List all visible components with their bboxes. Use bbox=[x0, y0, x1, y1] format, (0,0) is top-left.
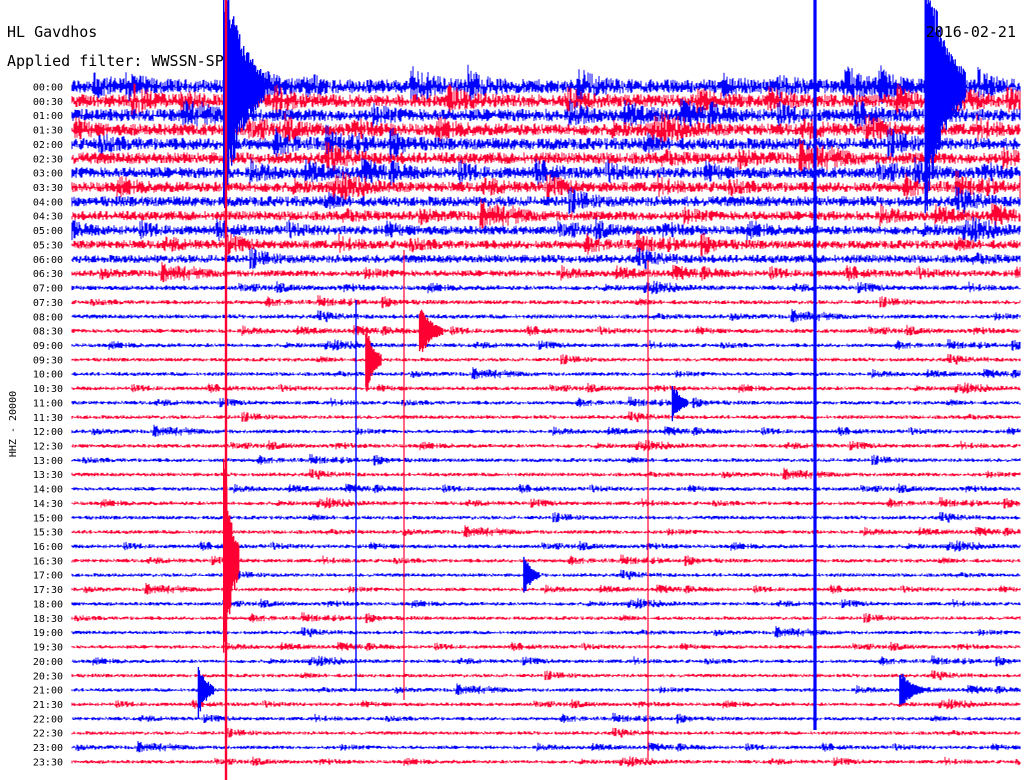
row-time-label: 06:00 bbox=[33, 255, 63, 266]
row-time-label: 16:30 bbox=[33, 556, 63, 567]
row-time-label: 14:00 bbox=[33, 485, 63, 496]
row-time-label: 14:30 bbox=[33, 499, 63, 510]
station-title: HL Gavdhos bbox=[7, 23, 97, 41]
row-time-label: 05:30 bbox=[33, 240, 63, 251]
row-time-label: 01:30 bbox=[33, 126, 63, 137]
row-time-label: 19:30 bbox=[33, 643, 63, 654]
row-time-label: 11:00 bbox=[33, 398, 63, 409]
row-time-label: 22:00 bbox=[33, 714, 63, 725]
date-label: 2016-02-21 bbox=[926, 23, 1016, 41]
row-time-label: 16:00 bbox=[33, 542, 63, 553]
row-time-label: 19:00 bbox=[33, 628, 63, 639]
row-time-label: 23:30 bbox=[33, 757, 63, 768]
row-time-label: 15:00 bbox=[33, 513, 63, 524]
row-time-label: 21:30 bbox=[33, 700, 63, 711]
row-time-label: 10:00 bbox=[33, 370, 63, 381]
row-time-label: 08:00 bbox=[33, 312, 63, 323]
row-time-label: 06:30 bbox=[33, 269, 63, 280]
row-time-label: 23:00 bbox=[33, 743, 63, 754]
row-time-label: 10:30 bbox=[33, 384, 63, 395]
row-time-label: 03:00 bbox=[33, 169, 63, 180]
row-time-label: 17:00 bbox=[33, 571, 63, 582]
row-time-label: 20:00 bbox=[33, 657, 63, 668]
row-time-label: 21:00 bbox=[33, 686, 63, 697]
row-time-label: 07:30 bbox=[33, 298, 63, 309]
row-time-label: 08:30 bbox=[33, 327, 63, 338]
row-time-label: 00:00 bbox=[33, 83, 63, 94]
row-time-label: 20:30 bbox=[33, 671, 63, 682]
row-time-label: 04:00 bbox=[33, 197, 63, 208]
row-time-label: 05:00 bbox=[33, 226, 63, 237]
row-time-label: 07:00 bbox=[33, 284, 63, 295]
row-time-label: 02:30 bbox=[33, 154, 63, 165]
row-time-label: 00:30 bbox=[33, 97, 63, 108]
row-time-label: 11:30 bbox=[33, 413, 63, 424]
row-time-label: 15:30 bbox=[33, 528, 63, 539]
row-time-label: 18:30 bbox=[33, 614, 63, 625]
row-time-label: 09:00 bbox=[33, 341, 63, 352]
filter-label: Applied filter: WWSSN-SP bbox=[7, 52, 224, 70]
row-time-label: 13:30 bbox=[33, 470, 63, 481]
row-time-label: 12:00 bbox=[33, 427, 63, 438]
row-time-label: 12:30 bbox=[33, 442, 63, 453]
row-time-label: 22:30 bbox=[33, 729, 63, 740]
row-time-label: 18:00 bbox=[33, 599, 63, 610]
helicorder-chart: 00:00 00:30 01:00 01:30 02:00 02:30 03:00 03:30… bbox=[0, 0, 1024, 780]
row-time-label: 02:00 bbox=[33, 140, 63, 151]
row-time-label: 09:30 bbox=[33, 355, 63, 366]
row-time-label: 17:30 bbox=[33, 585, 63, 596]
row-time-label: 03:30 bbox=[33, 183, 63, 194]
channel-label: HHZ - 20000 bbox=[8, 391, 19, 457]
row-time-label: 04:30 bbox=[33, 212, 63, 223]
row-time-label: 01:00 bbox=[33, 111, 63, 122]
row-time-label: 13:00 bbox=[33, 456, 63, 467]
